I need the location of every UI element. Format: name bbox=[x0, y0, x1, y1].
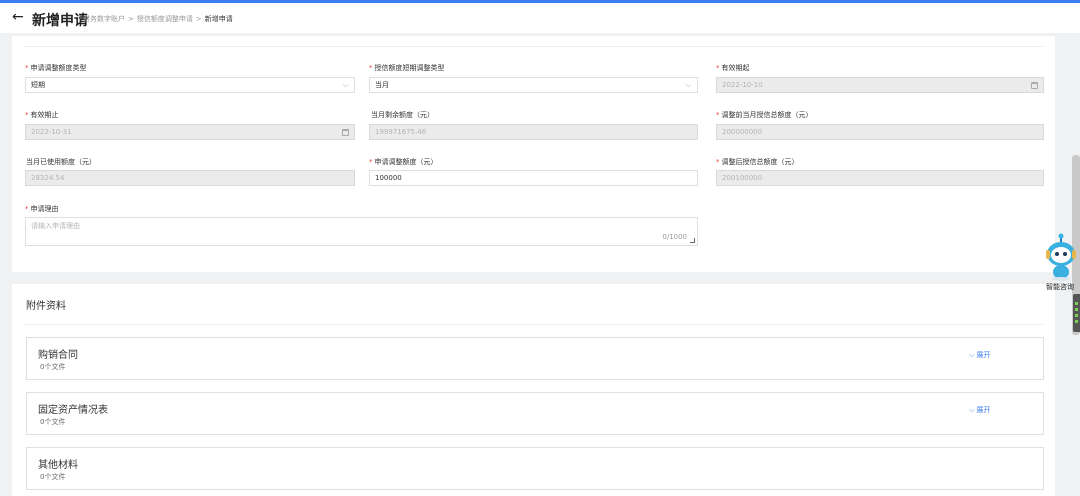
attachment-name: 其他材料 bbox=[38, 460, 78, 471]
used-amount-input[interactable]: 28324.54 bbox=[25, 170, 355, 186]
side-tab-handle[interactable] bbox=[1073, 294, 1080, 332]
indicator-dot bbox=[1075, 308, 1078, 311]
breadcrumb-separator: > bbox=[128, 15, 134, 23]
reason-textarea[interactable]: 请输入申请理由 0/1000 bbox=[25, 217, 698, 246]
page-title: 新增申请 bbox=[32, 13, 88, 29]
char-counter: 0/1000 bbox=[662, 233, 687, 241]
adjust-type-select[interactable]: 短期 ⌵ bbox=[25, 77, 355, 93]
attachment-panel-contract[interactable]: 购销合同 0个文件 ⌵ 展开 bbox=[26, 337, 1044, 380]
chevron-down-icon: ⌵ bbox=[685, 81, 691, 89]
short-adjust-type-label: * 授信额度短期调整类型 bbox=[369, 64, 445, 72]
valid-to-date-input[interactable]: 2022-10-31 bbox=[25, 124, 355, 140]
attachment-name: 购销合同 bbox=[38, 350, 78, 361]
post-adjust-total-input[interactable]: 200100000 bbox=[716, 170, 1044, 186]
attachments-title: 附件资料 bbox=[26, 301, 66, 312]
resize-handle-icon[interactable] bbox=[690, 238, 695, 243]
used-amount-value: 28324.54 bbox=[31, 174, 65, 182]
assistant-label[interactable]: 智能咨询 bbox=[1046, 282, 1074, 292]
calendar-icon bbox=[342, 129, 349, 136]
robot-icon[interactable] bbox=[1044, 233, 1078, 281]
breadcrumb-item-current: 新增申请 bbox=[204, 15, 233, 23]
indicator-dot bbox=[1075, 302, 1078, 305]
valid-from-value: 2022-10-10 bbox=[722, 81, 763, 89]
breadcrumb: 财务数字账户 > 授信额度调整申请 > 新增申请 bbox=[83, 14, 233, 24]
short-adjust-type-value: 当月 bbox=[375, 81, 389, 89]
short-adjust-type-select[interactable]: 当月 ⌵ bbox=[369, 77, 698, 93]
attachments-card: 附件资料 购销合同 0个文件 ⌵ 展开 固定资产情况表 0个文件 ⌵ 展开 其他… bbox=[12, 284, 1055, 496]
chevron-down-icon: ⌵ bbox=[342, 81, 348, 89]
back-arrow-icon[interactable]: ← bbox=[12, 9, 24, 25]
attachment-name: 固定资产情况表 bbox=[38, 405, 108, 416]
adjust-type-value: 短期 bbox=[31, 81, 45, 89]
indicator-dot bbox=[1075, 314, 1078, 317]
divider bbox=[24, 324, 1043, 325]
page-header: ← 新增申请 财务数字账户 > 授信额度调整申请 > 新增申请 bbox=[0, 3, 1080, 33]
apply-amount-label: * 申请调整额度（元） bbox=[369, 158, 438, 166]
attachment-count: 0个文件 bbox=[40, 418, 66, 426]
post-adjust-total-value: 200100000 bbox=[722, 174, 763, 182]
breadcrumb-item-adjust[interactable]: 授信额度调整申请 bbox=[137, 15, 193, 23]
expand-button[interactable]: ⌵ 展开 bbox=[969, 350, 991, 360]
valid-from-date-input[interactable]: 2022-10-10 bbox=[716, 77, 1044, 93]
adjust-type-label: * 申请调整额度类型 bbox=[25, 64, 87, 72]
post-adjust-total-label: * 调整后授信总额度（元） bbox=[716, 158, 799, 166]
attachment-panel-fixed-assets[interactable]: 固定资产情况表 0个文件 ⌵ 展开 bbox=[26, 392, 1044, 435]
attachment-count: 0个文件 bbox=[40, 473, 66, 481]
attachment-count: 0个文件 bbox=[40, 363, 66, 371]
divider bbox=[24, 46, 1043, 47]
reason-label: * 申请理由 bbox=[25, 205, 59, 213]
breadcrumb-item-account[interactable]: 财务数字账户 bbox=[83, 15, 125, 23]
reason-placeholder: 请输入申请理由 bbox=[31, 222, 80, 230]
pre-adjust-total-label: * 调整前当月授信总额度（元） bbox=[716, 111, 813, 119]
pre-adjust-total-value: 200000000 bbox=[722, 128, 763, 136]
valid-to-value: 2022-10-31 bbox=[31, 128, 72, 136]
valid-to-label: * 有效期止 bbox=[25, 111, 59, 119]
breadcrumb-separator: > bbox=[195, 15, 202, 23]
apply-amount-value: 100000 bbox=[375, 174, 402, 182]
remaining-amount-value: 199971675.46 bbox=[375, 128, 427, 136]
indicator-dot bbox=[1075, 320, 1078, 323]
pre-adjust-total-input[interactable]: 200000000 bbox=[716, 124, 1044, 140]
remaining-amount-label: 当月剩余额度（元） bbox=[371, 111, 434, 119]
valid-from-label: * 有效期起 bbox=[716, 64, 750, 72]
calendar-icon bbox=[1031, 82, 1038, 89]
form-card: * 申请调整额度类型 短期 ⌵ * 授信额度短期调整类型 当月 ⌵ * 有效期起 20… bbox=[12, 36, 1055, 272]
expand-button[interactable]: ⌵ 展开 bbox=[969, 405, 991, 415]
used-amount-label: 当月已使用额度（元） bbox=[26, 158, 96, 166]
apply-amount-input[interactable]: 100000 bbox=[369, 170, 698, 186]
remaining-amount-input[interactable]: 199971675.46 bbox=[369, 124, 698, 140]
attachment-panel-other[interactable]: 其他材料 0个文件 bbox=[26, 447, 1044, 490]
